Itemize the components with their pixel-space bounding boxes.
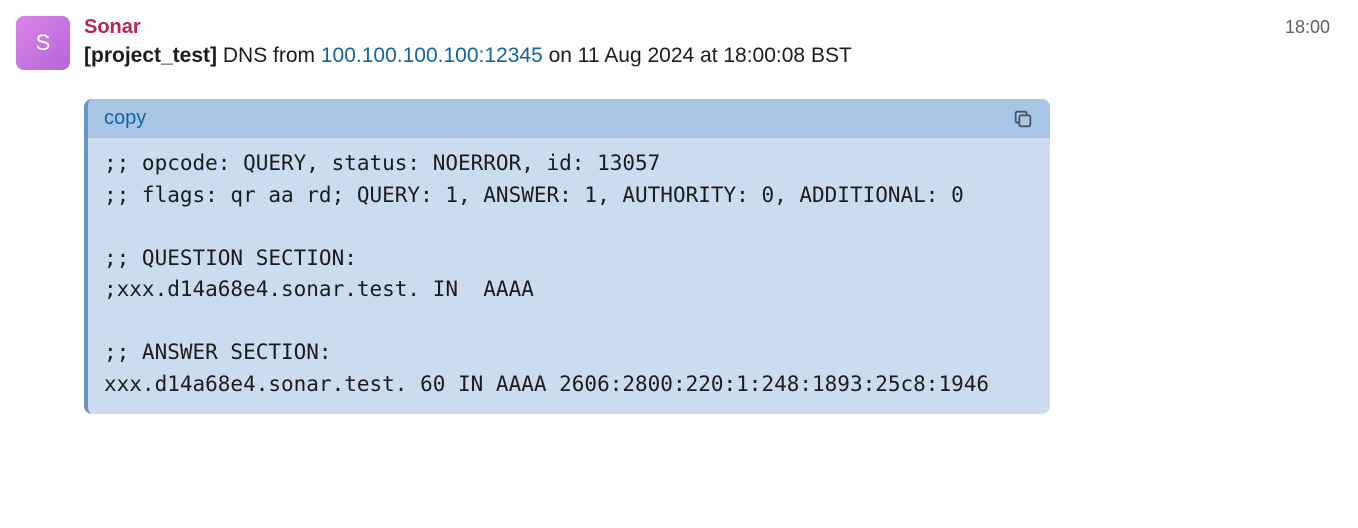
message-content: Sonar 18:00 [project_test] DNS from 100.… <box>84 16 1342 414</box>
code-block-header: copy <box>88 99 1050 138</box>
subject-text-before: DNS from <box>217 44 321 67</box>
avatar-letter: S <box>36 30 51 56</box>
message-subject: [project_test] DNS from 100.100.100.100:… <box>84 41 1342 71</box>
project-tag: [project_test] <box>84 44 217 67</box>
subject-text-after: on 11 Aug 2024 at 18:00:08 BST <box>543 44 852 67</box>
chat-message: S Sonar 18:00 [project_test] DNS from 10… <box>16 16 1342 414</box>
copy-button[interactable]: copy <box>104 107 146 130</box>
code-content[interactable]: ;; opcode: QUERY, status: NOERROR, id: 1… <box>88 138 1050 414</box>
copy-icon[interactable] <box>1012 108 1034 130</box>
message-header: Sonar 18:00 <box>84 16 1342 39</box>
code-block: copy ;; opcode: QUERY, status: NOERROR, … <box>84 99 1050 414</box>
avatar: S <box>16 16 70 70</box>
ip-link[interactable]: 100.100.100.100:12345 <box>321 44 543 67</box>
message-timestamp: 18:00 <box>1285 17 1342 38</box>
sender-name: Sonar <box>84 16 141 39</box>
